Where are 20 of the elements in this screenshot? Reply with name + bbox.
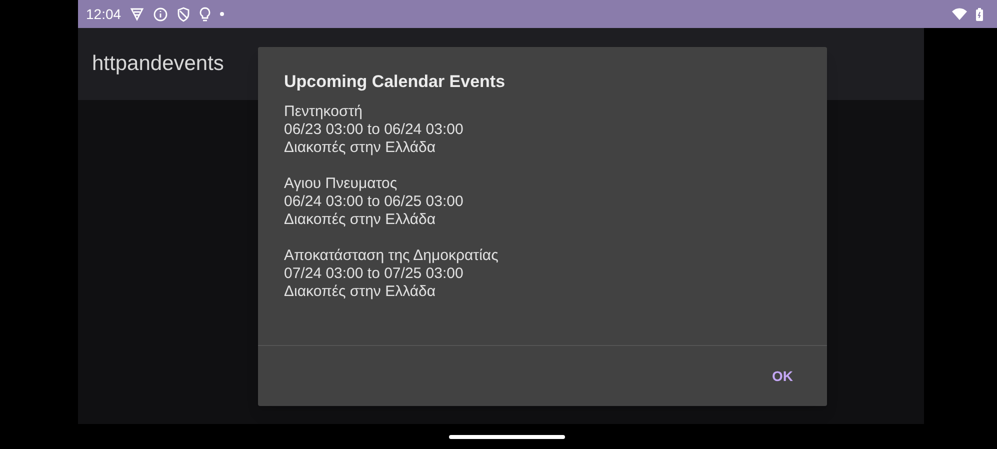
event-calendar: Διακοπές στην Ελλάδα xyxy=(284,283,437,301)
event-time: 06/23 03:00 to 06/24 03:00 xyxy=(284,121,464,139)
status-time: 12:04 xyxy=(86,4,122,24)
event-calendar: Διακοπές στην Ελλάδα xyxy=(284,139,437,157)
home-indicator[interactable] xyxy=(449,435,565,439)
lightbulb-icon xyxy=(199,6,212,22)
battery-icon xyxy=(976,8,983,20)
event-name: Αποκατάσταση της Δημοκρατίας xyxy=(284,247,500,265)
dialog-title: Upcoming Calendar Events xyxy=(284,71,506,93)
dot-icon xyxy=(220,12,224,16)
event-calendar: Διακοπές στην Ελλάδα xyxy=(284,211,437,229)
event-name: Πεντηκοστή xyxy=(284,103,364,121)
info-icon xyxy=(153,6,168,22)
app-title: httpandevents xyxy=(92,51,224,78)
shield-icon xyxy=(177,6,190,22)
ok-button[interactable]: OK xyxy=(764,360,801,392)
event-time: 06/24 03:00 to 06/25 03:00 xyxy=(284,193,464,211)
wifi-icon xyxy=(952,8,967,20)
event-time: 07/24 03:00 to 07/25 03:00 xyxy=(284,265,464,283)
event-name: Αγιου Πνευματος xyxy=(284,175,398,193)
